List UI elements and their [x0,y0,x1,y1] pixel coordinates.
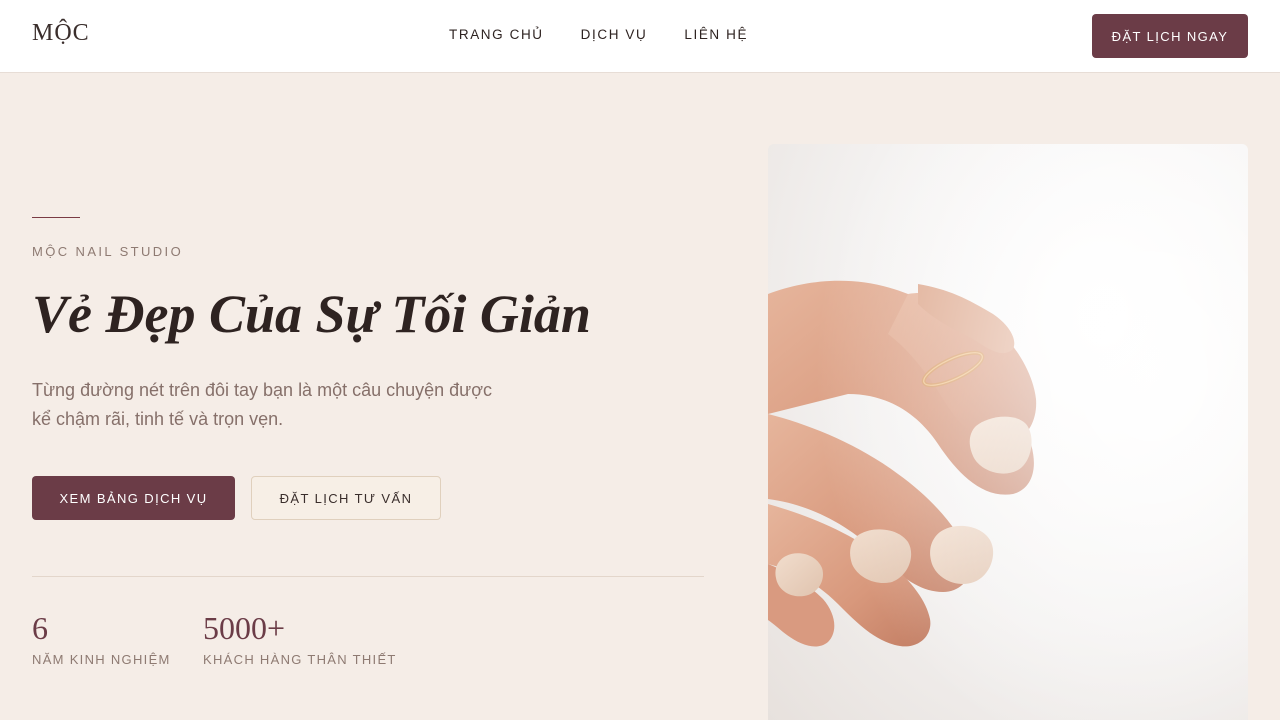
stat-value: 6 [32,610,48,646]
brand-logo[interactable]: MỘC [32,20,90,47]
hero-description: Từng đường nét trên đôi tay bạn là một c… [32,380,493,429]
stat-label: NĂM KINH NGHIỆM [32,652,171,667]
stat-experience: 6 NĂM KINH NGHIỆM [32,608,171,667]
accent-divider [32,217,80,218]
hero-eyebrow: MỘC NAIL STUDIO [32,244,184,259]
nav-item-trang-chu[interactable]: TRANG CHỦ [449,27,544,42]
stat-customers: 5000+ KHÁCH HÀNG THÂN THIẾT [203,608,397,667]
book-now-button[interactable]: ĐẶT LỊCH NGAY [1092,14,1248,58]
hand-illustration [768,144,1248,720]
view-services-button[interactable]: XEM BẢNG DỊCH VỤ [32,476,235,520]
main-nav: TRANG CHỦ DỊCH VỤ LIÊN HỆ [449,27,748,42]
stats-divider [32,576,704,577]
stat-value: 5000+ [203,610,286,646]
hero-hand-image [768,144,1248,720]
stat-label: KHÁCH HÀNG THÂN THIẾT [203,652,397,667]
site-header: MỘC TRANG CHỦ DỊCH VỤ LIÊN HỆ ĐẶT LỊCH N… [0,0,1280,73]
book-consultation-button[interactable]: ĐẶT LỊCH TƯ VẤN [251,476,441,520]
hero-title: Vẻ Đẹp Của Sự Tối Giản [32,284,591,344]
nav-item-lien-he[interactable]: LIÊN HỆ [684,27,748,42]
nav-item-dich-vu[interactable]: DỊCH VỤ [581,27,648,42]
